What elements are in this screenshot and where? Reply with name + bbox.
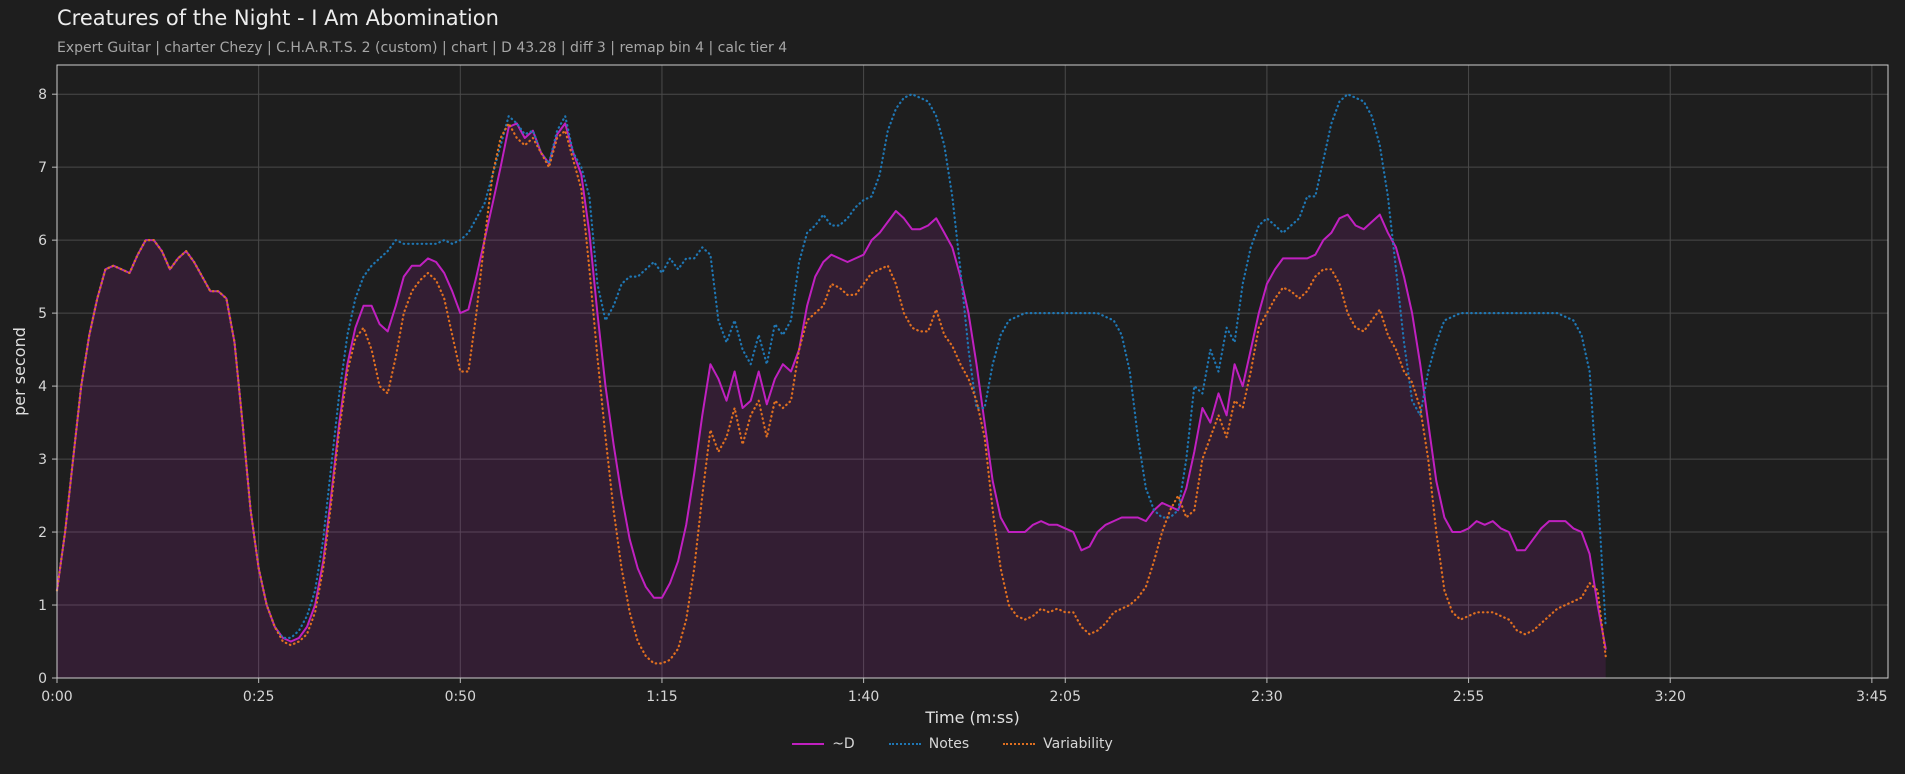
legend-label-variability: Variability: [1043, 736, 1113, 752]
y-tick-label: 4: [38, 379, 47, 395]
x-tick-label: 2:05: [1050, 689, 1081, 705]
chart-fills: [57, 123, 1606, 678]
legend-item-notes: Notes: [888, 736, 970, 752]
y-tick-label: 6: [38, 233, 47, 249]
x-tick-label: 3:45: [1856, 689, 1887, 705]
y-tick-label: 0: [38, 671, 47, 687]
chart-legend: ~D Notes Variability: [0, 736, 1905, 752]
x-axis-label: Time (m:ss): [924, 708, 1019, 727]
y-tick-label: 7: [38, 160, 47, 176]
x-tick-label: 1:15: [646, 689, 677, 705]
x-tick-label: 0:25: [243, 689, 274, 705]
x-tick-label: 1:40: [848, 689, 879, 705]
x-tick-label: 2:30: [1251, 689, 1282, 705]
x-tick-label: 2:55: [1453, 689, 1484, 705]
x-tick-label: 0:50: [445, 689, 476, 705]
y-axis-label: per second: [10, 327, 29, 416]
legend-swatch-variability: [1003, 743, 1036, 745]
legend-label-notes: Notes: [928, 736, 970, 752]
legend-swatch-d: [792, 743, 825, 745]
chart-svg: 0:00 0:25 0:50 1:15 1:40 2:05 2:30 2:55 3:20 3:45…: [10, 64, 1889, 727]
series-fill-d: [57, 123, 1606, 678]
legend-item-d: ~D: [792, 736, 855, 752]
x-tick-label: 0:00: [41, 689, 72, 705]
x-tick-label: 3:20: [1654, 689, 1685, 705]
legend-swatch-notes: [888, 743, 921, 745]
legend-label-d: ~D: [832, 736, 855, 752]
y-tick-label: 5: [38, 306, 47, 322]
y-axis-ticks: 0 1 2 3 4 5 6 7 8: [38, 87, 57, 687]
y-tick-label: 2: [38, 525, 47, 541]
y-tick-label: 3: [38, 452, 47, 468]
legend-item-variability: Variability: [1003, 736, 1113, 752]
y-tick-label: 1: [38, 598, 47, 614]
y-tick-label: 8: [38, 87, 47, 103]
x-axis-ticks: 0:00 0:25 0:50 1:15 1:40 2:05 2:30 2:55 3:20 3:45: [41, 678, 1888, 705]
